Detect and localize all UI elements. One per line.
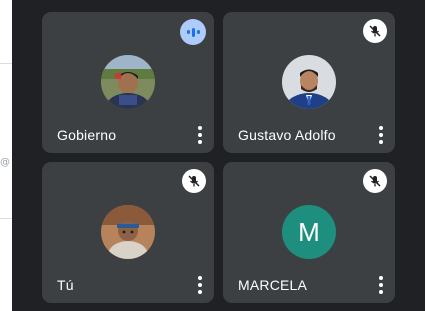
more-options-icon[interactable]: [375, 275, 387, 295]
participant-tile-gustavo-adolfo[interactable]: Gustavo Adolfo: [223, 12, 395, 153]
at-symbol: @: [0, 157, 10, 168]
avatar: [282, 55, 336, 109]
mic-off-icon: [182, 169, 206, 193]
divider: [0, 218, 12, 219]
letter-avatar: M: [282, 205, 336, 259]
meeting-grid: Gobierno Gustavo Adolfo Tú M MARCELA: [12, 0, 425, 311]
mic-off-icon: [363, 19, 387, 43]
participant-name: Gobierno: [57, 127, 117, 143]
more-options-icon[interactable]: [194, 275, 206, 295]
more-options-icon[interactable]: [375, 125, 387, 145]
more-options-icon[interactable]: [194, 125, 206, 145]
participant-name: Gustavo Adolfo: [238, 127, 336, 143]
mic-off-icon: [363, 169, 387, 193]
participant-name: Tú: [57, 277, 74, 293]
divider: [0, 63, 12, 64]
speaking-indicator-icon: [180, 19, 206, 45]
participant-tile-gobierno[interactable]: Gobierno: [42, 12, 214, 153]
participant-tile-marcela[interactable]: M MARCELA: [223, 162, 395, 303]
participant-tile-tu[interactable]: Tú: [42, 162, 214, 303]
left-edge-panel: @: [0, 0, 12, 311]
avatar: [101, 55, 155, 109]
participant-name: MARCELA: [238, 277, 308, 293]
avatar: [101, 205, 155, 259]
